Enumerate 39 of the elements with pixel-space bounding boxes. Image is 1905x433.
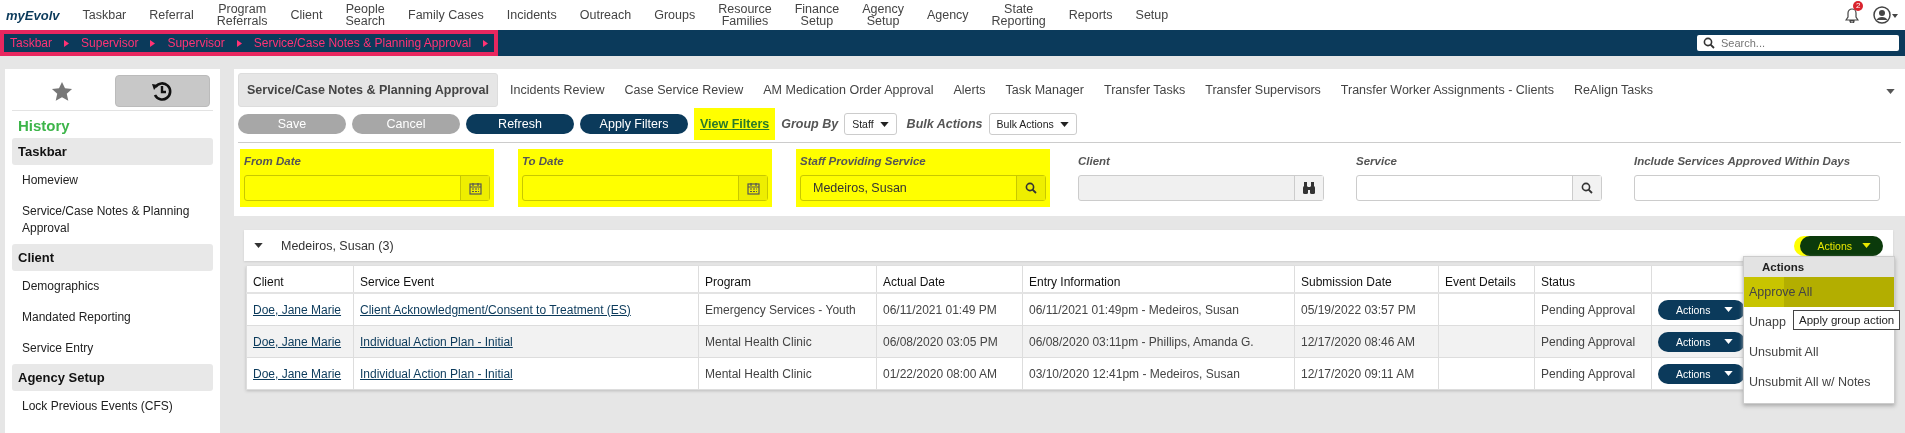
bulk-actions-label: Bulk Actions	[906, 117, 983, 131]
table-cell: 01/22/2020 08:00 AM	[876, 357, 1023, 390]
column-header: Entry Information	[1022, 266, 1295, 293]
filter-label: Staff Providing Service	[800, 155, 927, 169]
column-header: Status	[1534, 266, 1652, 293]
group-by-label: Group By	[781, 117, 839, 131]
table-cell: 06/08/2020 03:11pm - Phillips, Amanda G.	[1022, 325, 1295, 358]
filter-label: Include Services Approved Within Days	[1634, 155, 1852, 169]
table-cell: Emergency Services - Youth	[698, 293, 877, 326]
section-heading: Client	[12, 244, 213, 271]
column-header: Program	[698, 266, 877, 293]
column-header: Actual Date	[876, 266, 1023, 293]
menu-heading: Actions	[1744, 257, 1894, 277]
table-cell: 06/08/2020 03:05 PM	[876, 325, 1023, 358]
section-heading: Taskbar	[12, 138, 213, 165]
table-cell: 03/10/2020 12:41pm - Medeiros, Susan	[1022, 357, 1295, 390]
table-cell: Pending Approval	[1534, 293, 1652, 326]
table-cell: 06/11/2021 01:49pm - Medeiros, Susan	[1022, 293, 1295, 326]
filter-label: To Date	[522, 155, 565, 169]
table-cell: 06/11/2021 01:49 PM	[876, 293, 1023, 326]
table-cell: 05/19/2022 03:57 PM	[1294, 293, 1439, 326]
filter-label: Client	[1078, 155, 1111, 169]
tooltip: Apply group action	[1793, 310, 1901, 330]
column-header: Service Event	[353, 266, 699, 293]
table-cell: 12/17/2020 08:46 AM	[1294, 325, 1439, 358]
section-heading: Agency Setup	[12, 364, 213, 391]
table-cell: Pending Approval	[1534, 325, 1652, 358]
notification-badge: 2	[1853, 1, 1864, 11]
column-header: Client	[246, 266, 354, 293]
group-title: Medeiros, Susan (3)	[281, 238, 394, 253]
column-header: Event Details	[1438, 266, 1535, 293]
table-cell: Mental Health Clinic	[698, 325, 877, 358]
column-header: Submission Date	[1294, 266, 1439, 293]
table-cell: Pending Approval	[1534, 357, 1652, 390]
sidebar-title: History	[17, 116, 71, 136]
filter-label: Service	[1356, 155, 1398, 169]
table-cell: Mental Health Clinic	[698, 357, 877, 390]
filter-label: From Date	[244, 155, 302, 169]
table-cell: 12/17/2020 09:11 AM	[1294, 357, 1439, 390]
